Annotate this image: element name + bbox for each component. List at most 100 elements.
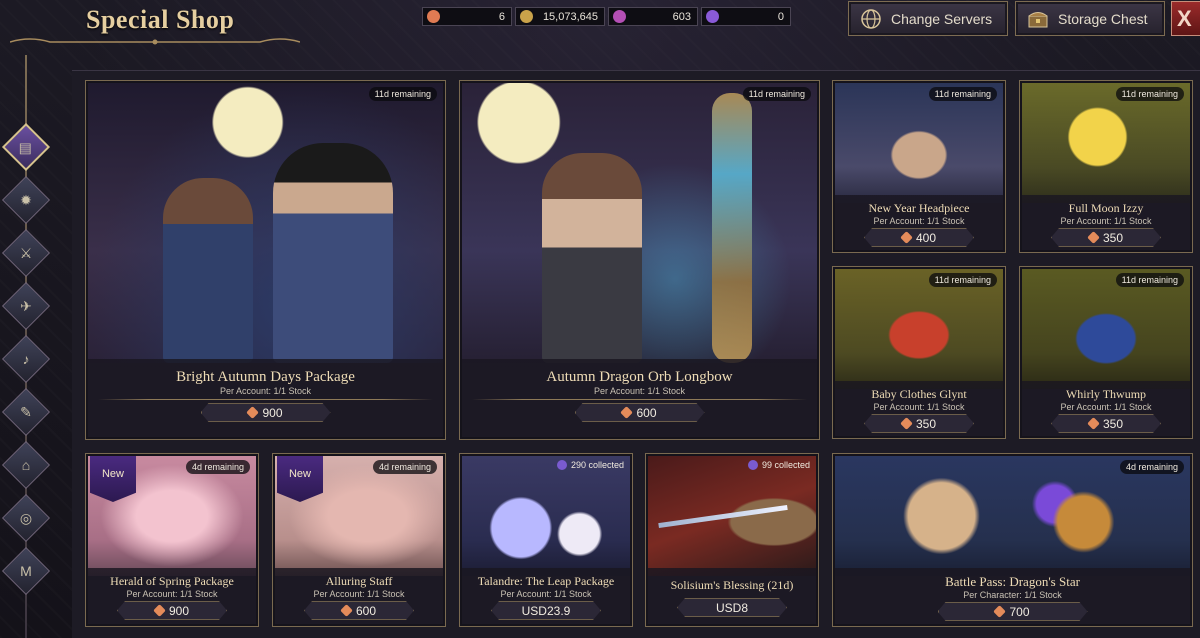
price-button[interactable]: 350: [864, 414, 974, 433]
title-ornament: [10, 38, 300, 45]
collected-icon: [556, 460, 567, 470]
price-button[interactable]: 350: [1051, 228, 1161, 247]
horn-icon: ♪: [22, 351, 30, 367]
product-info: Battle Pass: Dragon's Star Per Character…: [835, 568, 1190, 624]
violet-coin-icon: [706, 10, 719, 23]
price-button[interactable]: 700: [938, 602, 1088, 621]
collected-icon: [747, 460, 758, 470]
orbs-icon: ◎: [19, 510, 33, 526]
divider: [472, 399, 807, 400]
orange-gem-icon: [1087, 417, 1100, 430]
product-name: Full Moon Izzy: [1068, 201, 1144, 215]
orange-gem-icon: [340, 604, 353, 617]
collected-badge: 290 collected: [556, 460, 624, 470]
price-button[interactable]: 350: [1051, 414, 1161, 433]
chest-icon: [1028, 11, 1048, 27]
orange-gem-icon: [621, 406, 634, 419]
orange-gem-icon: [900, 231, 913, 244]
product-info: Full Moon Izzy Per Account: 1/1 Stock 35…: [1022, 195, 1190, 250]
purple-token-icon: [613, 10, 626, 23]
time-remaining-badge: 11d remaining: [742, 87, 811, 101]
product-image: [835, 269, 1003, 389]
product-info: Whirly Thwump Per Account: 1/1 Stock 350: [1022, 381, 1190, 436]
orange-gem-icon: [153, 604, 166, 617]
product-stock: Per Account: 1/1 Stock: [219, 386, 312, 396]
new-flag: New: [90, 456, 136, 502]
collected-badge: 99 collected: [747, 460, 810, 470]
product-stock: Per Account: 1/1 Stock: [313, 589, 405, 599]
orange-gem-icon: [247, 406, 260, 419]
time-remaining-badge: 11d remaining: [1115, 87, 1184, 101]
product-stock: Per Account: 1/1 Stock: [873, 216, 965, 226]
orange-gem-icon: [427, 10, 440, 23]
price-button[interactable]: 900: [117, 601, 227, 620]
divider: [98, 399, 433, 400]
time-remaining-badge: 4d remaining: [1119, 460, 1184, 474]
product-card[interactable]: New 4d remaining Alluring Staff Per Acco…: [272, 453, 446, 627]
product-name: New Year Headpiece: [868, 201, 970, 215]
product-card[interactable]: 11d remaining Autumn Dragon Orb Longbow …: [459, 80, 820, 440]
price-button[interactable]: 900: [201, 403, 331, 422]
time-remaining-badge: 11d remaining: [1115, 273, 1184, 287]
product-info: Bright Autumn Days Package Per Account: …: [88, 359, 443, 437]
product-name: Talandre: The Leap Package: [477, 574, 615, 588]
product-card[interactable]: 290 collected Talandre: The Leap Package…: [459, 453, 633, 627]
time-remaining-badge: 4d remaining: [372, 460, 437, 474]
product-image: [835, 83, 1003, 203]
orange-gem-icon: [1087, 231, 1100, 244]
new-flag: New: [277, 456, 323, 502]
bird-icon: ✈: [20, 298, 32, 314]
product-info: Alluring Staff Per Account: 1/1 Stock 60…: [275, 568, 443, 624]
product-card[interactable]: 11d remaining Baby Clothes Glynt Per Acc…: [832, 266, 1006, 439]
product-name: Autumn Dragon Orb Longbow: [546, 369, 733, 385]
product-info: Autumn Dragon Orb Longbow Per Account: 1…: [462, 359, 817, 437]
product-card[interactable]: 11d remaining New Year Headpiece Per Acc…: [832, 80, 1006, 253]
product-card[interactable]: 99 collected Solisium's Blessing (21d) U…: [645, 453, 819, 627]
feather-icon: ✎: [20, 404, 32, 420]
globe-icon: [861, 8, 881, 29]
price-button[interactable]: USD23.9: [491, 601, 601, 620]
price-button[interactable]: 400: [864, 228, 974, 247]
currency-purple-token: 603: [608, 7, 698, 26]
product-name: Baby Clothes Glynt: [871, 387, 967, 401]
product-name: Alluring Staff: [325, 574, 393, 588]
product-card[interactable]: 11d remaining Full Moon Izzy Per Account…: [1019, 80, 1193, 253]
page-title: Special Shop: [86, 5, 235, 34]
currency-orange-gem: 6: [422, 7, 512, 26]
product-card[interactable]: New 4d remaining Herald of Spring Packag…: [85, 453, 259, 627]
product-info: Herald of Spring Package Per Account: 1/…: [88, 568, 256, 624]
product-stock: Per Account: 1/1 Stock: [500, 589, 592, 599]
change-servers-button[interactable]: Change Servers: [848, 1, 1008, 36]
product-info: Talandre: The Leap Package Per Account: …: [462, 568, 630, 624]
currency-gold-coin: 15,073,645: [515, 7, 605, 26]
orange-gem-icon: [900, 417, 913, 430]
product-stock: Per Account: 1/1 Stock: [873, 402, 965, 412]
product-info: Baby Clothes Glynt Per Account: 1/1 Stoc…: [835, 381, 1003, 436]
price-button[interactable]: USD8: [677, 598, 787, 617]
time-remaining-badge: 11d remaining: [928, 87, 997, 101]
close-button[interactable]: X: [1171, 1, 1200, 36]
time-remaining-badge: 11d remaining: [368, 87, 437, 101]
product-info: Solisium's Blessing (21d) USD8: [648, 568, 816, 624]
product-image: [88, 83, 443, 363]
storage-chest-button[interactable]: Storage Chest: [1015, 1, 1165, 36]
product-card[interactable]: 11d remaining Whirly Thwump Per Account:…: [1019, 266, 1193, 439]
m-coin-icon: M: [20, 563, 32, 579]
product-card[interactable]: 4d remaining Battle Pass: Dragon's Star …: [832, 453, 1193, 627]
price-button[interactable]: 600: [304, 601, 414, 620]
product-card[interactable]: 11d remaining Bright Autumn Days Package…: [85, 80, 446, 440]
product-image: [648, 456, 816, 576]
product-name: Herald of Spring Package: [110, 574, 234, 588]
product-image: [1022, 83, 1190, 203]
product-info: New Year Headpiece Per Account: 1/1 Stoc…: [835, 195, 1003, 250]
sun-emblem-icon: ✹: [20, 192, 32, 208]
orange-gem-icon: [994, 605, 1007, 618]
currency-violet-coin: 0: [701, 7, 791, 26]
gold-coin-icon: [520, 10, 533, 23]
product-image: [462, 456, 630, 576]
price-button[interactable]: 600: [575, 403, 705, 422]
product-stock: Per Character: 1/1 Stock: [963, 590, 1062, 600]
product-name: Battle Pass: Dragon's Star: [945, 574, 1080, 589]
product-image: [835, 456, 1190, 576]
product-image: [462, 83, 817, 363]
